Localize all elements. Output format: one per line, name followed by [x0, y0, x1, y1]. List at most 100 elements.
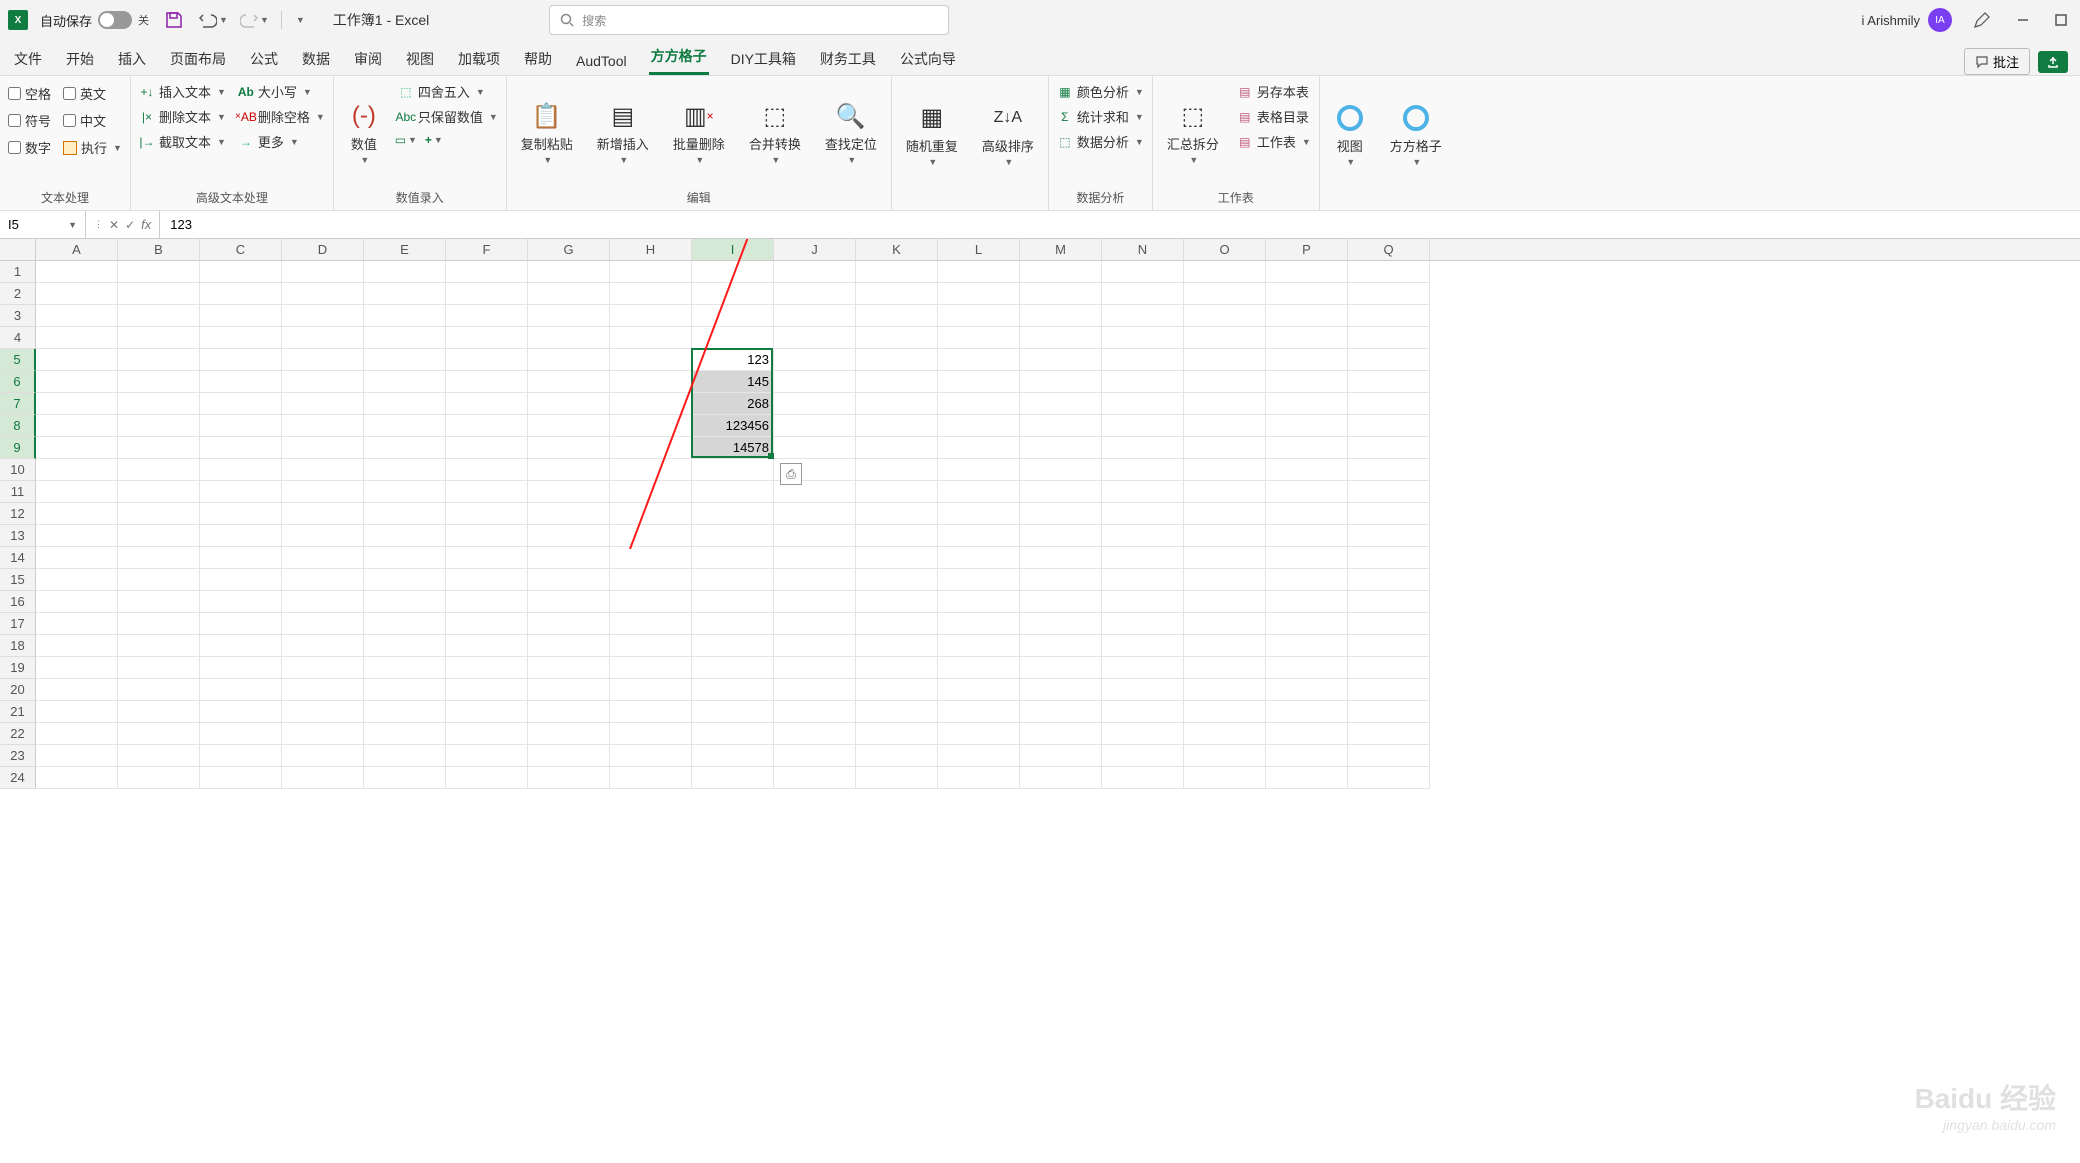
cell-K23[interactable]: [856, 745, 938, 767]
cmd-input-tools[interactable]: ▭▼ +▼: [398, 132, 498, 148]
tab-14[interactable]: 公式向导: [898, 43, 958, 75]
cell-K24[interactable]: [856, 767, 938, 789]
cell-M24[interactable]: [1020, 767, 1102, 789]
cell-Q12[interactable]: [1348, 503, 1430, 525]
cell-O1[interactable]: [1184, 261, 1266, 283]
cell-D19[interactable]: [282, 657, 364, 679]
cell-H13[interactable]: [610, 525, 692, 547]
quick-analysis-button[interactable]: ⎙: [780, 463, 802, 485]
cell-I8[interactable]: 123456: [692, 415, 774, 437]
cell-P19[interactable]: [1266, 657, 1348, 679]
cell-A17[interactable]: [36, 613, 118, 635]
cell-H19[interactable]: [610, 657, 692, 679]
cell-E18[interactable]: [364, 635, 446, 657]
cell-L20[interactable]: [938, 679, 1020, 701]
cell-O12[interactable]: [1184, 503, 1266, 525]
cell-I7[interactable]: 268: [692, 393, 774, 415]
cell-G19[interactable]: [528, 657, 610, 679]
cell-I3[interactable]: [692, 305, 774, 327]
cell-Q1[interactable]: [1348, 261, 1430, 283]
row-header-6[interactable]: 6: [0, 371, 36, 393]
cell-O11[interactable]: [1184, 481, 1266, 503]
cmd-del-space[interactable]: ×AB删除空格▼: [238, 107, 325, 126]
cell-B17[interactable]: [118, 613, 200, 635]
cmd-color-analysis[interactable]: ▦颜色分析▼: [1057, 82, 1144, 101]
cell-I11[interactable]: [692, 481, 774, 503]
cell-M1[interactable]: [1020, 261, 1102, 283]
cell-Q6[interactable]: [1348, 371, 1430, 393]
cell-E6[interactable]: [364, 371, 446, 393]
cell-D13[interactable]: [282, 525, 364, 547]
cell-D24[interactable]: [282, 767, 364, 789]
cell-E15[interactable]: [364, 569, 446, 591]
cell-F8[interactable]: [446, 415, 528, 437]
cell-I9[interactable]: 14578: [692, 437, 774, 459]
cell-P12[interactable]: [1266, 503, 1348, 525]
cell-G5[interactable]: [528, 349, 610, 371]
cell-H5[interactable]: [610, 349, 692, 371]
cell-L15[interactable]: [938, 569, 1020, 591]
cell-M23[interactable]: [1020, 745, 1102, 767]
cell-H10[interactable]: [610, 459, 692, 481]
cell-K11[interactable]: [856, 481, 938, 503]
cmd-more[interactable]: →更多▼: [238, 132, 325, 151]
cell-H16[interactable]: [610, 591, 692, 613]
row-header-21[interactable]: 21: [0, 701, 36, 723]
user-account[interactable]: i Arishmily IA: [1861, 8, 1952, 32]
cell-G7[interactable]: [528, 393, 610, 415]
cell-I10[interactable]: [692, 459, 774, 481]
cell-I15[interactable]: [692, 569, 774, 591]
row-header-4[interactable]: 4: [0, 327, 36, 349]
share-button[interactable]: [2038, 51, 2068, 73]
cell-H22[interactable]: [610, 723, 692, 745]
cell-J9[interactable]: [774, 437, 856, 459]
cell-N19[interactable]: [1102, 657, 1184, 679]
comments-button[interactable]: 批注: [1964, 48, 2030, 75]
cell-H9[interactable]: [610, 437, 692, 459]
cell-F13[interactable]: [446, 525, 528, 547]
cell-O4[interactable]: [1184, 327, 1266, 349]
cell-J2[interactable]: [774, 283, 856, 305]
cell-O23[interactable]: [1184, 745, 1266, 767]
cell-G20[interactable]: [528, 679, 610, 701]
cell-A1[interactable]: [36, 261, 118, 283]
cell-P13[interactable]: [1266, 525, 1348, 547]
cell-M8[interactable]: [1020, 415, 1102, 437]
cell-E9[interactable]: [364, 437, 446, 459]
cell-L11[interactable]: [938, 481, 1020, 503]
cell-O7[interactable]: [1184, 393, 1266, 415]
row-header-20[interactable]: 20: [0, 679, 36, 701]
cell-A12[interactable]: [36, 503, 118, 525]
col-header-L[interactable]: L: [938, 239, 1020, 260]
qat-customize-button[interactable]: ▼: [290, 13, 309, 27]
check-english[interactable]: 英文: [63, 84, 122, 103]
cell-I17[interactable]: [692, 613, 774, 635]
row-header-19[interactable]: 19: [0, 657, 36, 679]
cell-N4[interactable]: [1102, 327, 1184, 349]
cell-F4[interactable]: [446, 327, 528, 349]
cell-F11[interactable]: [446, 481, 528, 503]
cell-H12[interactable]: [610, 503, 692, 525]
cell-N17[interactable]: [1102, 613, 1184, 635]
cell-B4[interactable]: [118, 327, 200, 349]
row-header-18[interactable]: 18: [0, 635, 36, 657]
tab-13[interactable]: 财务工具: [818, 43, 878, 75]
cell-M2[interactable]: [1020, 283, 1102, 305]
cell-A14[interactable]: [36, 547, 118, 569]
cell-J13[interactable]: [774, 525, 856, 547]
cell-P16[interactable]: [1266, 591, 1348, 613]
cell-B13[interactable]: [118, 525, 200, 547]
big-insert-new[interactable]: ▤新增插入▼: [591, 80, 655, 185]
cell-Q4[interactable]: [1348, 327, 1430, 349]
cell-F7[interactable]: [446, 393, 528, 415]
cell-L2[interactable]: [938, 283, 1020, 305]
cell-M22[interactable]: [1020, 723, 1102, 745]
cell-N24[interactable]: [1102, 767, 1184, 789]
cell-P18[interactable]: [1266, 635, 1348, 657]
cell-O17[interactable]: [1184, 613, 1266, 635]
cell-D4[interactable]: [282, 327, 364, 349]
cell-O2[interactable]: [1184, 283, 1266, 305]
cell-D2[interactable]: [282, 283, 364, 305]
cell-N15[interactable]: [1102, 569, 1184, 591]
cell-K16[interactable]: [856, 591, 938, 613]
